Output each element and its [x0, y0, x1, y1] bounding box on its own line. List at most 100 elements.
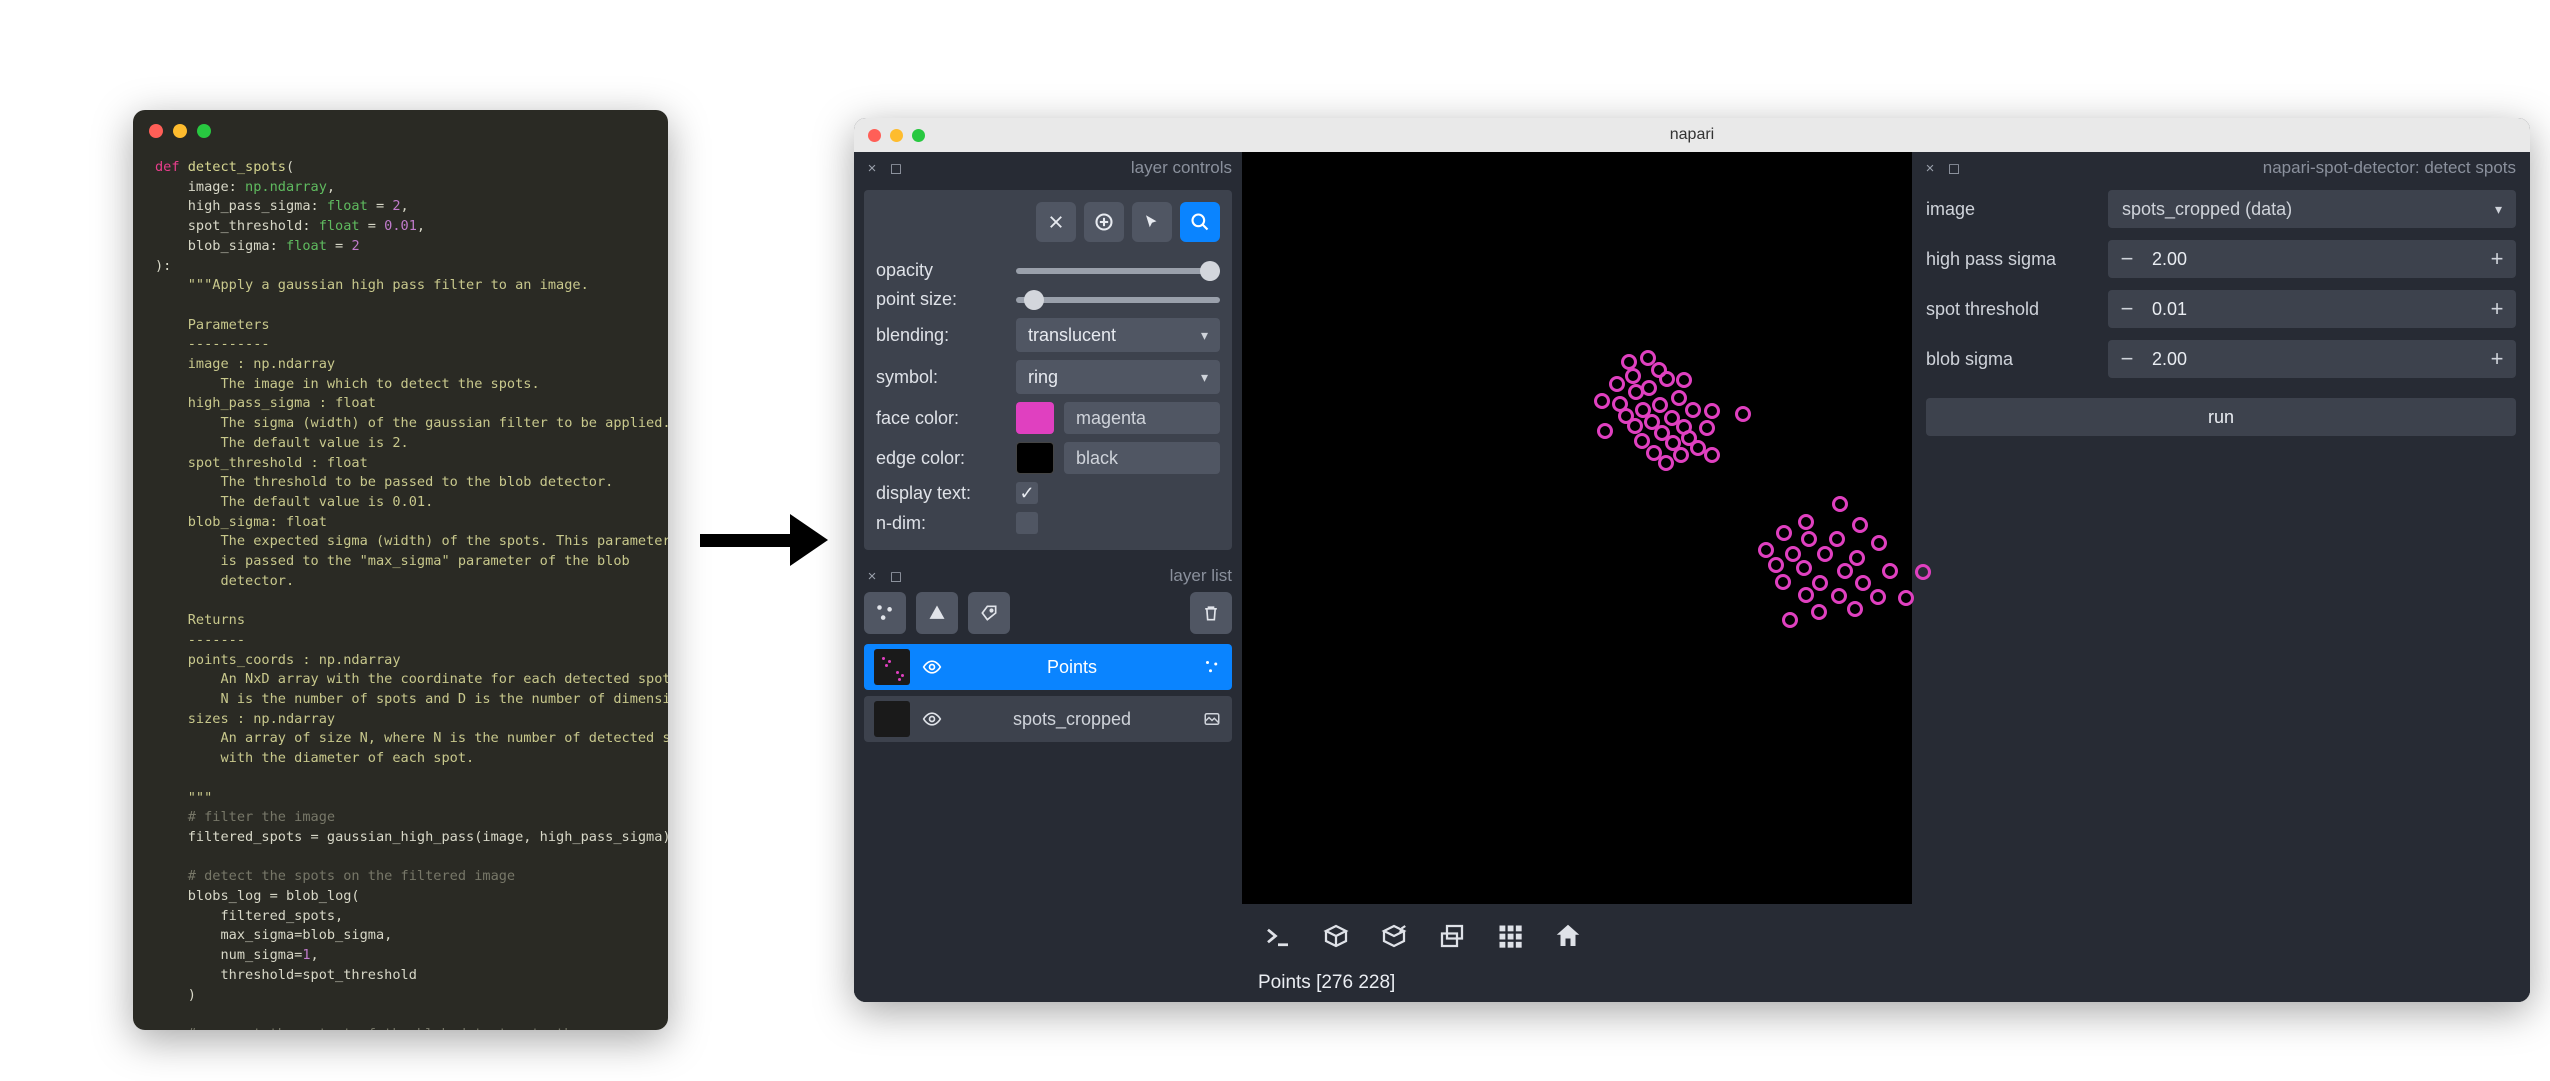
close-panel-icon[interactable]: ×	[864, 160, 880, 176]
opacity-label: opacity	[876, 260, 1004, 281]
spot-ring	[1898, 590, 1914, 606]
blending-value: translucent	[1028, 325, 1116, 346]
spot-threshold-label: spot threshold	[1926, 299, 2094, 320]
decrement-button[interactable]: −	[2108, 240, 2146, 278]
layer-item-points[interactable]: Points	[864, 644, 1232, 690]
image-param-select[interactable]: spots_cropped (data) ▾	[2108, 190, 2516, 228]
transpose-dims-button[interactable]	[1430, 914, 1474, 958]
popout-icon[interactable]: ◻	[888, 160, 904, 176]
displaytext-label: display text:	[876, 483, 1004, 504]
layer-name: spots_cropped	[954, 709, 1190, 730]
displaytext-checkbox[interactable]: ✓	[1016, 482, 1038, 504]
pointsize-label: point size:	[876, 289, 1004, 310]
ndim-label: n-dim:	[876, 513, 1004, 534]
layer-name: Points	[954, 657, 1190, 678]
status-bar: Points [276 228]	[1242, 968, 1912, 1002]
code-line: filtered_spots = gaussian_high_pass(imag…	[188, 829, 668, 845]
add-point-tool[interactable]	[1084, 202, 1124, 242]
highpass-sigma-label: high pass sigma	[1926, 249, 2094, 270]
edgecolor-value[interactable]: black	[1064, 442, 1220, 474]
layer-controls-header: × ◻ layer controls	[854, 152, 1242, 184]
spot-ring	[1801, 531, 1817, 547]
chevron-down-icon: ▾	[1201, 327, 1208, 344]
opacity-slider[interactable]	[1016, 268, 1220, 274]
comment: # detect the spots on the filtered image	[188, 868, 515, 884]
spot-ring	[1847, 601, 1863, 617]
grid-button[interactable]	[1488, 914, 1532, 958]
edgecolor-swatch[interactable]	[1016, 442, 1054, 474]
decrement-button[interactable]: −	[2108, 290, 2146, 328]
layer-controls-label: layer controls	[1131, 158, 1232, 178]
roll-dims-button[interactable]	[1372, 914, 1416, 958]
comment: # convert the output of the blob detecto…	[188, 1026, 581, 1030]
blob-sigma-input[interactable]: − 2.00 +	[2108, 340, 2516, 378]
spot-ring	[1704, 403, 1720, 419]
facecolor-label: face color:	[876, 408, 1004, 429]
close-panel-icon[interactable]: ×	[864, 568, 880, 584]
spot-ring	[1837, 563, 1853, 579]
home-button[interactable]	[1546, 914, 1590, 958]
blending-select[interactable]: translucent ▾	[1016, 318, 1220, 352]
spot-ring	[1829, 531, 1845, 547]
delete-point-tool[interactable]	[1036, 202, 1076, 242]
viewer-canvas[interactable]: Points [276 228]	[1242, 152, 1912, 1002]
increment-button[interactable]: +	[2478, 240, 2516, 278]
spot-ring	[1609, 376, 1625, 392]
docstring-open: """Apply a gaussian high pass filter to …	[188, 277, 589, 293]
facecolor-swatch[interactable]	[1016, 402, 1054, 434]
spot-ring	[1685, 402, 1701, 418]
window-title: napari	[854, 126, 2530, 144]
close-icon[interactable]	[149, 124, 163, 138]
new-shapes-layer-button[interactable]	[916, 592, 958, 634]
spot-threshold-value: 0.01	[2146, 299, 2478, 320]
code-editor-window: def detect_spots( image: np.ndarray, hig…	[133, 110, 668, 1030]
spot-ring	[1849, 550, 1865, 566]
pointsize-slider[interactable]	[1016, 297, 1220, 303]
code-line: threshold=spot_threshold	[220, 967, 416, 983]
decrement-button[interactable]: −	[2108, 340, 2146, 378]
run-button[interactable]: run	[1926, 398, 2516, 436]
spot-ring	[1811, 604, 1827, 620]
maximize-icon[interactable]	[197, 124, 211, 138]
ndisplay-button[interactable]	[1314, 914, 1358, 958]
popout-icon[interactable]: ◻	[1946, 160, 1962, 176]
pan-zoom-tool[interactable]	[1180, 202, 1220, 242]
code-line: filtered_spots,	[220, 908, 343, 924]
symbol-label: symbol:	[876, 367, 1004, 388]
docstring-dashes: ----------	[188, 336, 270, 352]
docstring-params-header: Parameters	[188, 317, 270, 333]
close-panel-icon[interactable]: ×	[1922, 160, 1938, 176]
select-tool[interactable]	[1132, 202, 1172, 242]
minimize-icon[interactable]	[173, 124, 187, 138]
spot-ring	[1855, 575, 1871, 591]
new-labels-layer-button[interactable]	[968, 592, 1010, 634]
number-literal: 1	[302, 947, 310, 963]
spot-threshold-input[interactable]: − 0.01 +	[2108, 290, 2516, 328]
layer-list-label: layer list	[1170, 566, 1232, 586]
highpass-sigma-input[interactable]: − 2.00 +	[2108, 240, 2516, 278]
delete-layer-button[interactable]	[1190, 592, 1232, 634]
increment-button[interactable]: +	[2478, 290, 2516, 328]
increment-button[interactable]: +	[2478, 340, 2516, 378]
popout-icon[interactable]: ◻	[888, 568, 904, 584]
code-body: def detect_spots( image: np.ndarray, hig…	[133, 152, 668, 1030]
spot-ring	[1775, 574, 1791, 590]
spot-ring	[1594, 393, 1610, 409]
spot-ring	[1882, 563, 1898, 579]
code-line: )	[188, 987, 196, 1003]
visibility-toggle-icon[interactable]	[922, 709, 942, 729]
visibility-toggle-icon[interactable]	[922, 657, 942, 677]
spot-ring	[1832, 496, 1848, 512]
layer-item-image[interactable]: spots_cropped	[864, 696, 1232, 742]
console-button[interactable]	[1256, 914, 1300, 958]
new-points-layer-button[interactable]	[864, 592, 906, 634]
layer-type-points-icon	[1202, 657, 1222, 677]
spot-ring	[1776, 525, 1792, 541]
symbol-select[interactable]: ring▾	[1016, 360, 1220, 394]
left-sidebar: × ◻ layer controls	[854, 152, 1242, 1002]
layer-list: Points spots_cropped	[864, 592, 1232, 748]
spot-ring	[1652, 397, 1668, 413]
ndim-checkbox[interactable]	[1016, 512, 1038, 534]
plugin-title-label: napari-spot-detector: detect spots	[2263, 158, 2516, 178]
facecolor-value[interactable]: magenta	[1064, 402, 1220, 434]
